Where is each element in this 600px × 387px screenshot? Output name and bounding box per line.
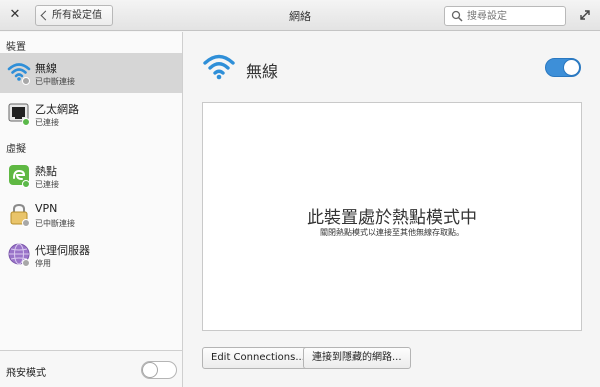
search-input[interactable] — [467, 9, 562, 24]
sidebar-item-hotspot[interactable]: 熱點 已連接 — [0, 156, 182, 196]
connect-hidden-network-button[interactable]: 連接到隱藏的網路... — [303, 347, 411, 369]
hotspot-title: 此裝置處於熱點模式中 — [307, 208, 477, 228]
sidebar-item-status: 已連接 — [35, 118, 59, 127]
status-dot — [22, 118, 30, 126]
sidebar-item-label: 乙太網路 — [35, 103, 79, 116]
hotspot-panel: 此裝置處於熱點模式中 關閉熱點模式以連接至其他無線存取點。 — [202, 102, 582, 331]
section-title-virtual: 虛擬 — [6, 144, 26, 155]
sidebar-item-wireless[interactable]: 無線 已中斷連接 — [0, 53, 182, 93]
hotspot-subtitle: 關閉熱點模式以連接至其他無線存取點。 — [320, 228, 464, 237]
airplane-mode-label: 飛安模式 — [6, 368, 46, 379]
status-dot — [22, 77, 30, 85]
sidebar-item-label: VPN — [35, 202, 58, 215]
sidebar-item-status: 停用 — [35, 259, 51, 268]
wireless-toggle[interactable] — [545, 58, 581, 77]
search-icon — [451, 10, 463, 22]
main-panel: 無線 此裝置處於熱點模式中 關閉熱點模式以連接至其他無線存取點。 Edit Co… — [184, 32, 600, 387]
sidebar: 裝置 無線 已中斷連接 乙太網路 已連接 虛擬 熱點 已連接 VPN 已中斷連接… — [0, 32, 183, 387]
sidebar-item-vpn[interactable]: VPN 已中斷連接 — [0, 195, 182, 235]
wifi-icon — [203, 54, 235, 80]
sidebar-item-status: 已中斷連接 — [35, 219, 75, 228]
maximize-icon[interactable] — [579, 9, 591, 21]
toggle-knob — [563, 59, 580, 76]
sidebar-item-label: 代理伺服器 — [35, 244, 90, 257]
status-dot — [22, 180, 30, 188]
edit-connections-button[interactable]: Edit Connections... — [202, 347, 314, 369]
status-dot — [22, 259, 30, 267]
header-bar: ✕ 所有設定值 網絡 — [0, 0, 600, 31]
page-title: 無線 — [246, 62, 279, 81]
sidebar-item-status: 已中斷連接 — [35, 77, 75, 86]
sidebar-item-proxy[interactable]: 代理伺服器 停用 — [0, 235, 182, 275]
status-dot — [22, 219, 30, 227]
sidebar-footer: 飛安模式 — [0, 350, 182, 387]
sidebar-item-ethernet[interactable]: 乙太網路 已連接 — [0, 94, 182, 134]
toggle-knob — [142, 362, 158, 378]
airplane-mode-toggle[interactable] — [141, 361, 177, 379]
sidebar-item-label: 無線 — [35, 62, 57, 75]
section-title-devices: 裝置 — [6, 42, 26, 53]
sidebar-item-status: 已連接 — [35, 180, 59, 189]
sidebar-item-label: 熱點 — [35, 165, 57, 178]
search-field[interactable] — [444, 6, 566, 26]
